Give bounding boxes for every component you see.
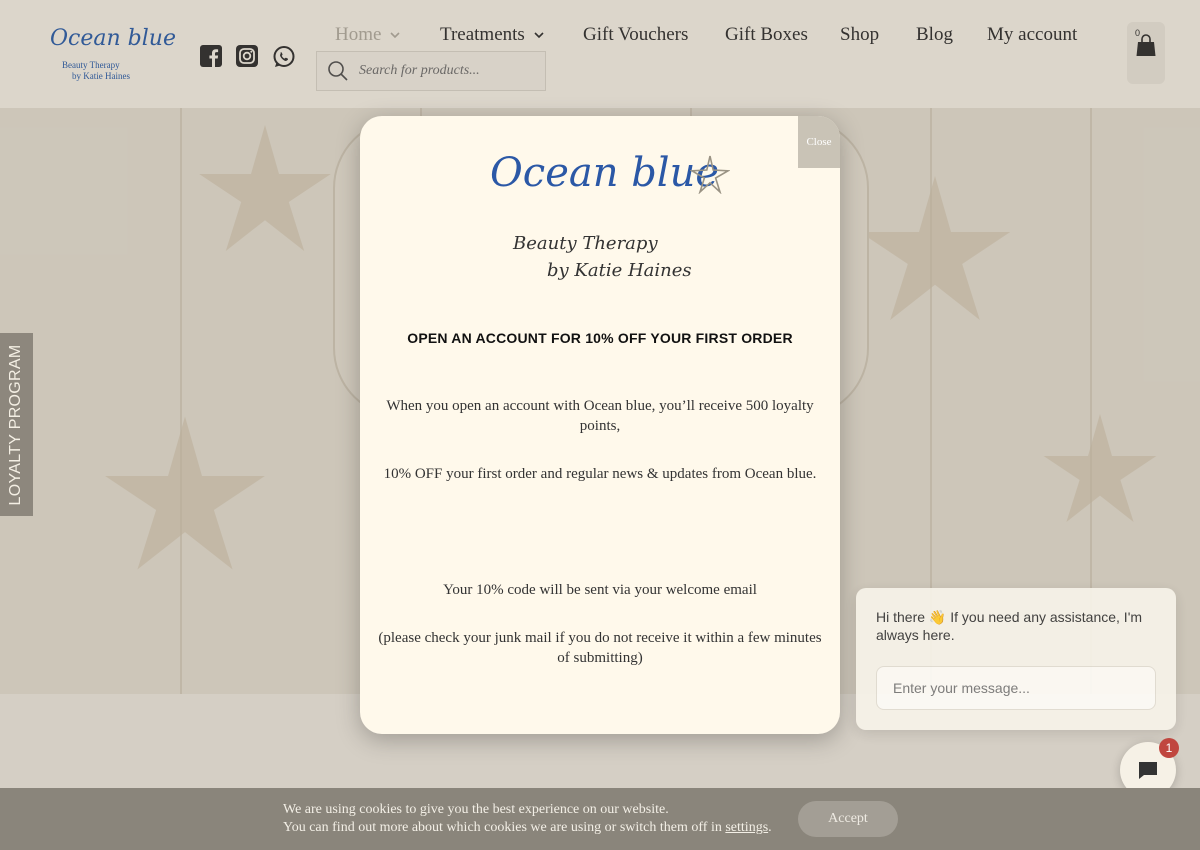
cookie-accept-button[interactable]: Accept <box>798 801 898 837</box>
cookie-notice-text: You can find out more about which cookie… <box>283 820 722 835</box>
cookie-notice-line1: We are using cookies to give you the bes… <box>283 802 669 817</box>
chat-unread-badge: 1 <box>1159 738 1179 758</box>
popup-paragraph: (please check your junk mail if you do n… <box>378 630 822 666</box>
popup-logo-tagline-line2: by Katie Haines <box>547 260 692 281</box>
chat-bubble-icon <box>1139 762 1157 779</box>
popup-heading: OPEN AN ACCOUNT FOR 10% OFF YOUR FIRST O… <box>407 330 793 346</box>
close-button[interactable]: Close <box>798 116 840 168</box>
loyalty-program-tab[interactable]: LOYALTY PROGRAM <box>0 333 33 516</box>
popup-paragraph: Your 10% code will be sent via your welc… <box>443 582 757 598</box>
cookie-notice: We are using cookies to give you the bes… <box>283 801 772 837</box>
starfish-icon <box>690 155 730 194</box>
signup-popup: Close Ocean blue Beauty Therapy by Katie… <box>360 116 840 734</box>
waving-hand-icon: 👋 <box>928 609 947 625</box>
chat-greeting: Hi there 👋 If you need any assistance, I… <box>876 608 1166 644</box>
popup-logo-wordmark: Ocean blue <box>490 150 720 196</box>
cookie-notice-period: . <box>768 820 772 835</box>
popup-paragraph: When you open an account with Ocean blue… <box>386 398 814 434</box>
cookie-notice-line2: You can find out more about which cookie… <box>283 819 772 837</box>
chat-message-input[interactable] <box>876 666 1156 710</box>
cookie-bar: We are using cookies to give you the bes… <box>0 788 1200 850</box>
loyalty-program-label: LOYALTY PROGRAM <box>7 344 24 506</box>
popup-paragraph: 10% OFF your first order and regular new… <box>383 466 817 482</box>
chat-greeting-prefix: Hi there <box>876 609 926 625</box>
popup-logo-tagline-line1: Beauty Therapy <box>513 233 658 254</box>
chat-widget: Hi there 👋 If you need any assistance, I… <box>856 588 1176 730</box>
cookie-settings-link[interactable]: settings <box>725 820 768 835</box>
